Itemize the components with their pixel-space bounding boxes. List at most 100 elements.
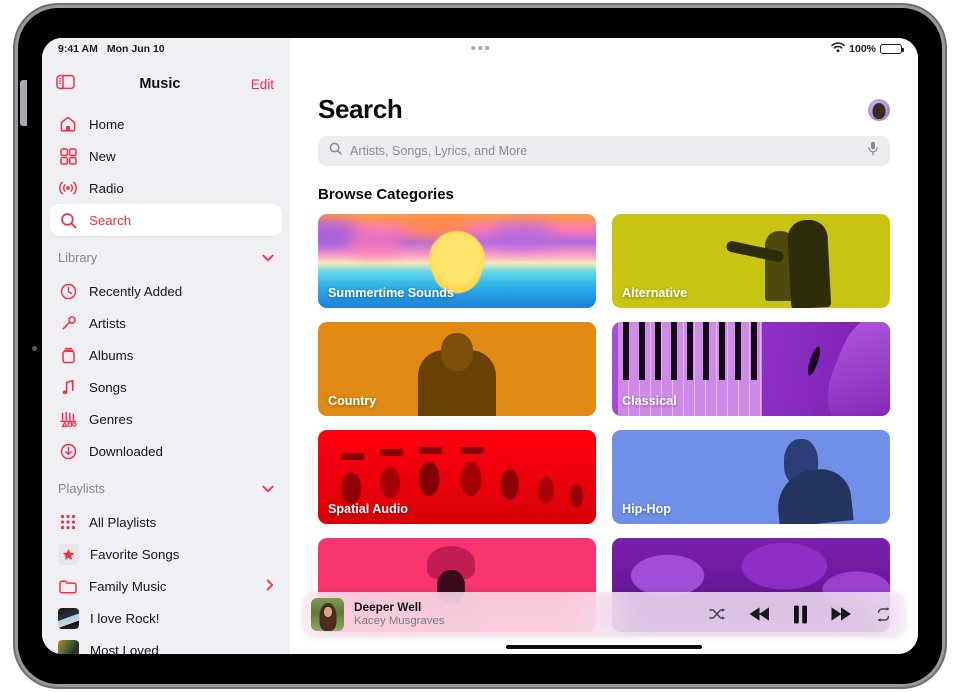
next-button[interactable] bbox=[830, 606, 853, 622]
sidebar-item-search[interactable]: Search bbox=[50, 204, 282, 236]
category-label: Alternative bbox=[622, 286, 688, 300]
status-bar-right: 100% bbox=[831, 42, 904, 56]
microphone-icon bbox=[58, 313, 78, 333]
sidebar-item-songs[interactable]: Songs bbox=[50, 371, 282, 403]
microphone-icon[interactable] bbox=[867, 141, 879, 161]
sidebar-header: Music Edit bbox=[42, 64, 290, 104]
category-label: Hip-Hop bbox=[622, 502, 671, 516]
search-input[interactable]: Artists, Songs, Lyrics, and More bbox=[318, 136, 890, 166]
now-playing-info: Deeper Well Kacey Musgraves bbox=[354, 600, 445, 629]
search-page: Search Artists, Songs, Lyrics, and More bbox=[290, 64, 918, 654]
now-playing-artist: Kacey Musgraves bbox=[354, 615, 445, 628]
sidebar-item-label: Home bbox=[89, 116, 125, 132]
sidebar-item-i-love-rock[interactable]: I love Rock! bbox=[50, 602, 282, 634]
music-note-icon bbox=[58, 377, 78, 397]
handle-dot bbox=[485, 46, 489, 50]
chevron-right-icon[interactable] bbox=[266, 579, 274, 594]
sidebar-item-all-playlists[interactable]: All Playlists bbox=[50, 506, 282, 538]
volume-button[interactable] bbox=[20, 80, 27, 126]
category-tile-hip-hop[interactable]: Hip-Hop bbox=[612, 430, 890, 524]
sidebar-item-recently-added[interactable]: Recently Added bbox=[50, 275, 282, 307]
now-playing-controls bbox=[709, 605, 892, 624]
now-playing-bar[interactable]: Deeper Well Kacey Musgraves bbox=[304, 592, 904, 636]
sidebar-item-artists[interactable]: Artists bbox=[50, 307, 282, 339]
status-date: Mon Jun 10 bbox=[106, 43, 165, 55]
chevron-down-icon[interactable] bbox=[262, 251, 274, 265]
sidebar-item-label: New bbox=[89, 148, 116, 164]
sidebar-item-label: All Playlists bbox=[89, 514, 157, 530]
sidebar-item-favorite-songs[interactable]: Favorite Songs bbox=[50, 538, 282, 570]
star-icon bbox=[58, 543, 79, 565]
sidebar-item-albums[interactable]: Albums bbox=[50, 339, 282, 371]
main-content: Search Artists, Songs, Lyrics, and More bbox=[290, 38, 918, 654]
sidebar-item-radio[interactable]: Radio bbox=[50, 172, 282, 204]
playlists-section-header[interactable]: Playlists bbox=[42, 467, 290, 502]
playlist-artwork-icon bbox=[58, 639, 79, 654]
sidebar-item-label: Downloaded bbox=[89, 443, 163, 459]
playlists-grid-icon bbox=[58, 512, 78, 532]
sidebar-item-genres[interactable]: Genres bbox=[50, 403, 282, 435]
sidebar-item-label: Most Loved bbox=[90, 642, 159, 655]
sidebar-item-label: Songs bbox=[89, 379, 127, 395]
sidebar-item-label: Favorite Songs bbox=[90, 546, 180, 562]
sidebar-item-most-loved[interactable]: Most Loved bbox=[50, 634, 282, 654]
playlist-artwork-icon bbox=[58, 607, 79, 629]
home-indicator bbox=[506, 645, 702, 649]
status-bar-left: 9:41 AM Mon Jun 10 bbox=[58, 43, 165, 55]
category-tile-country[interactable]: Country bbox=[318, 322, 596, 416]
category-label: Country bbox=[328, 394, 377, 408]
sidebar-library-nav: Recently Added Artists Albums Songs Genr… bbox=[42, 271, 290, 467]
battery-percent: 100% bbox=[849, 43, 876, 55]
search-icon bbox=[58, 210, 78, 230]
status-time: 9:41 AM bbox=[58, 43, 98, 55]
category-tile-summertime-sounds[interactable]: Summertime Sounds bbox=[318, 214, 596, 308]
playlists-section-label: Playlists bbox=[58, 481, 105, 496]
sidebar-item-label: Artists bbox=[89, 315, 126, 331]
search-icon bbox=[329, 142, 342, 160]
shuffle-button[interactable] bbox=[709, 607, 726, 621]
grid-icon bbox=[58, 146, 78, 166]
sidebar-item-label: Family Music bbox=[89, 578, 167, 594]
category-label: Spatial Audio bbox=[328, 502, 408, 516]
browse-categories-grid: Summertime Sounds Alternative Country Cl… bbox=[318, 214, 890, 632]
download-circle-icon bbox=[58, 441, 78, 461]
side-sensor-dot bbox=[32, 346, 37, 351]
sidebar-item-label: Albums bbox=[89, 347, 134, 363]
sidebar-item-label: Recently Added bbox=[89, 283, 183, 299]
handle-dot bbox=[471, 46, 475, 50]
chevron-down-icon[interactable] bbox=[262, 482, 274, 496]
repeat-button[interactable] bbox=[875, 606, 892, 622]
avatar[interactable] bbox=[868, 98, 890, 121]
sidebar-item-new[interactable]: New bbox=[50, 140, 282, 172]
sidebar-item-label: I love Rock! bbox=[90, 610, 160, 626]
page-header: Search bbox=[318, 94, 890, 125]
now-playing-artwork[interactable] bbox=[311, 597, 344, 631]
sidebar-title: Music bbox=[139, 76, 181, 92]
category-tile-spatial-audio[interactable]: Spatial Audio bbox=[318, 430, 596, 524]
category-tile-classical[interactable]: Classical bbox=[612, 322, 890, 416]
ipad-screen: Music Edit Home New Radio Search Library… bbox=[42, 38, 918, 654]
category-label: Summertime Sounds bbox=[328, 286, 454, 300]
clock-icon bbox=[58, 281, 78, 301]
sidebar-item-downloaded[interactable]: Downloaded bbox=[50, 435, 282, 467]
now-playing-title: Deeper Well bbox=[354, 599, 422, 614]
library-section-header[interactable]: Library bbox=[42, 236, 290, 271]
page-title: Search bbox=[318, 94, 403, 124]
sidebar-item-home[interactable]: Home bbox=[50, 108, 282, 140]
category-tile-alternative[interactable]: Alternative bbox=[612, 214, 890, 308]
wifi-icon bbox=[831, 42, 845, 56]
pause-button[interactable] bbox=[793, 605, 808, 624]
sidebar-item-label: Radio bbox=[89, 180, 124, 196]
edit-button[interactable]: Edit bbox=[251, 77, 274, 92]
sidebar-item-family-music[interactable]: Family Music bbox=[50, 570, 282, 602]
multitask-handle-icon[interactable] bbox=[471, 46, 489, 50]
sidebar-primary-nav: Home New Radio Search bbox=[42, 104, 290, 236]
album-icon bbox=[58, 345, 78, 365]
previous-button[interactable] bbox=[748, 606, 771, 622]
battery-full-icon bbox=[880, 43, 904, 55]
handle-dot bbox=[478, 46, 482, 50]
sidebar-item-label: Genres bbox=[89, 411, 133, 427]
folder-icon bbox=[58, 576, 78, 596]
home-icon bbox=[58, 114, 78, 134]
category-label: Classical bbox=[622, 394, 677, 408]
